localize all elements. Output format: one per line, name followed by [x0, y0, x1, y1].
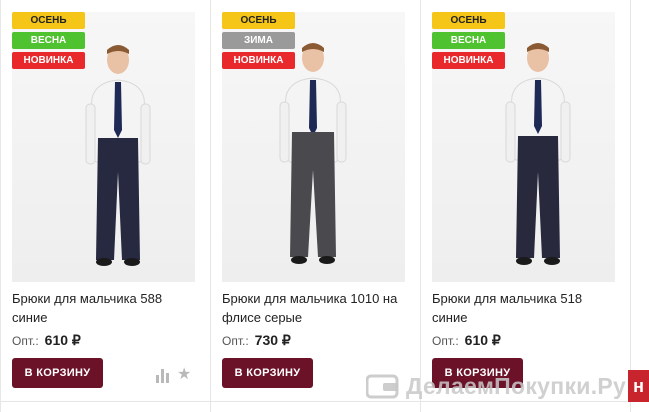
price-row: Опт.: 610 ₽ — [432, 332, 501, 349]
badge-autumn: ОСЕНЬ — [12, 12, 85, 29]
badge-new: НОВИНКА — [12, 52, 85, 69]
price-value: 610 ₽ — [464, 332, 501, 348]
star-icon[interactable]: ★ — [177, 367, 191, 387]
product-card: ОСЕНЬ ВЕСНА НОВИНКА Брюки для мальчика 5… — [420, 0, 630, 412]
product-name-link[interactable]: Брюки для мальчика 1010 на флисе серые — [222, 289, 404, 327]
price-row: Опт.: 610 ₽ — [12, 332, 81, 349]
price-value: 730 ₽ — [254, 332, 291, 348]
product-name-link[interactable]: Брюки для мальчика 518 синие — [432, 289, 614, 327]
badge-autumn: ОСЕНЬ — [432, 12, 505, 29]
product-grid: ОСЕНЬ ВЕСНА НОВИНКА Брюки для мальчика 5… — [0, 0, 649, 412]
add-to-cart-button[interactable]: В КОРЗИНУ — [12, 358, 103, 388]
product-card: ОСЕНЬ ВЕСНА НОВИНКА Брюки для мальчика 5… — [0, 0, 210, 412]
wallet-icon — [366, 374, 399, 399]
price-label: Опт.: — [222, 334, 249, 348]
product-actions: ★ — [155, 367, 191, 387]
season-badges: ОСЕНЬ ВЕСНА НОВИНКА — [12, 12, 85, 72]
badge-autumn: ОСЕНЬ — [222, 12, 295, 29]
badge-new: НОВИНКА — [432, 52, 505, 69]
column-divider — [630, 0, 631, 412]
season-badges: ОСЕНЬ ВЕСНА НОВИНКА — [432, 12, 505, 72]
watermark: ДелаемПокупки.Ру — [366, 366, 626, 406]
product-name-link[interactable]: Брюки для мальчика 588 синие — [12, 289, 194, 327]
price-label: Опт.: — [432, 334, 459, 348]
price-row: Опт.: 730 ₽ — [222, 332, 291, 349]
watermark-badge: ʜ — [628, 370, 649, 402]
badge-spring: ВЕСНА — [432, 32, 505, 49]
badge-new: НОВИНКА — [222, 52, 295, 69]
season-badges: ОСЕНЬ ЗИМА НОВИНКА — [222, 12, 295, 72]
watermark-text: ДелаемПокупки.Ру — [406, 372, 627, 399]
product-card: ОСЕНЬ ЗИМА НОВИНКА Брюки для мальчика 10… — [210, 0, 420, 412]
price-value: 610 ₽ — [44, 332, 81, 348]
badge-winter: ЗИМА — [222, 32, 295, 49]
badge-spring: ВЕСНА — [12, 32, 85, 49]
add-to-cart-button[interactable]: В КОРЗИНУ — [222, 358, 313, 388]
price-label: Опт.: — [12, 334, 39, 348]
bar-chart-icon[interactable] — [155, 367, 171, 387]
